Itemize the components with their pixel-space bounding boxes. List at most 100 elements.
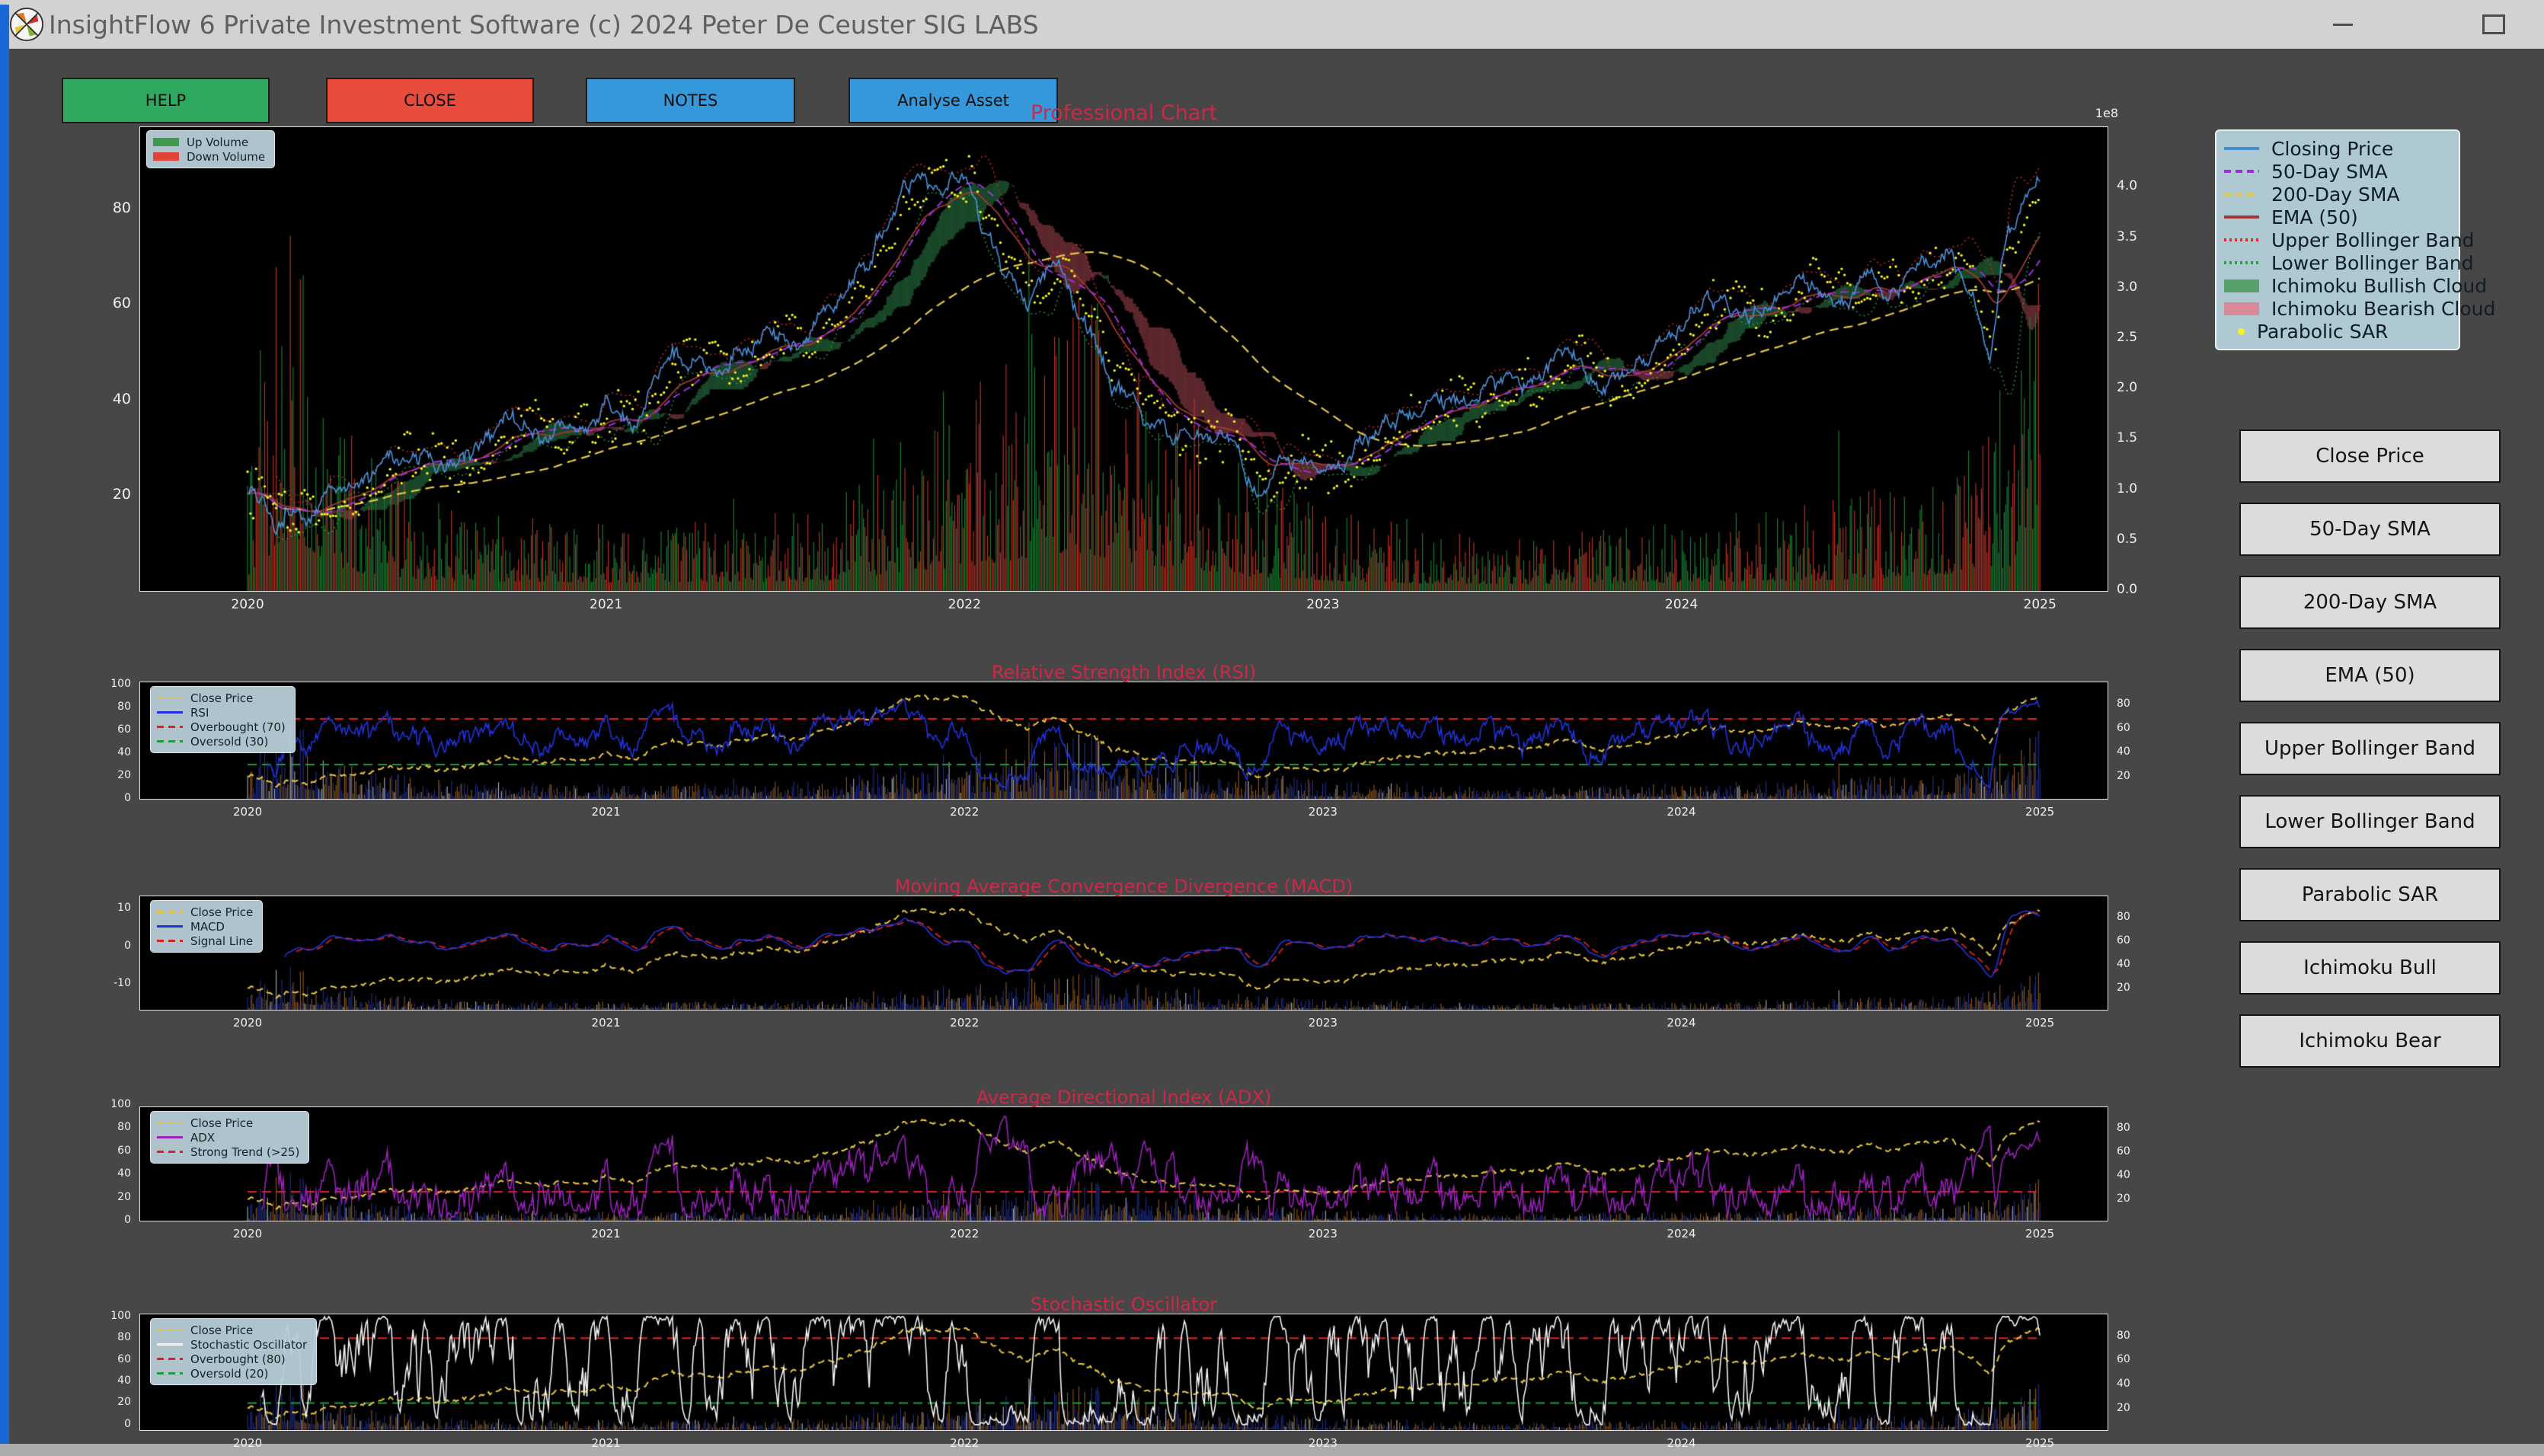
indicator-legend-label: Parabolic SAR [2257, 321, 2388, 343]
chart-legend-entry: Oversold (20) [157, 1366, 307, 1381]
y-axis-tick-label: 0 [78, 940, 131, 952]
chart-legend-label: Overbought (70) [190, 720, 286, 734]
chart-legend-label: RSI [190, 706, 209, 720]
adx-chart-legend: Close PriceADXStrong Trend (>25) [150, 1111, 309, 1164]
volume-axis-multiplier: 1e8 [2095, 106, 2118, 120]
main-chart-canvas [140, 127, 2108, 591]
chart-legend-entry: Close Price [157, 905, 253, 919]
y-axis-tick-label: 100 [78, 1098, 131, 1110]
indicator-button-50-day-sma[interactable]: 50-Day SMA [2239, 503, 2501, 556]
x-axis-tick-label: 2020 [213, 1016, 282, 1030]
chart-legend-entry: Close Price [157, 691, 286, 705]
y-axis-tick-label: 40 [2117, 1169, 2170, 1181]
patch-sample-swatch [2224, 279, 2259, 292]
dash-sample-swatch [157, 911, 183, 913]
main-chart-legend: Up VolumeDown Volume [146, 130, 275, 168]
indicator-legend-label: EMA (50) [2271, 206, 2358, 228]
indicator-button-ichimoku-bear[interactable]: Ichimoku Bear [2239, 1014, 2501, 1068]
x-axis-tick-label: 2024 [1648, 1016, 1716, 1030]
y-axis-tick-label: 40 [78, 391, 131, 407]
x-axis-tick-label: 2024 [1648, 1227, 1716, 1240]
indicator-legend: Closing Price50-Day SMA200-Day SMAEMA (5… [2215, 129, 2460, 350]
indicator-button-upper-bollinger-band[interactable]: Upper Bollinger Band [2239, 722, 2501, 775]
stochastic-chart: Stochastic Oscillator Close PriceStochas… [139, 1314, 2108, 1431]
title-bar: InsightFlow 6 Private Investment Softwar… [0, 0, 2544, 49]
x-axis-tick-label: 2024 [1648, 597, 1716, 612]
dash-sample-swatch [2224, 193, 2259, 196]
indicator-button-lower-bollinger-band[interactable]: Lower Bollinger Band [2239, 795, 2501, 848]
indicator-legend-entry: Upper Bollinger Band [2224, 228, 2451, 251]
y-axis-tick-label: 40 [2117, 1378, 2170, 1390]
dash-sample-swatch [157, 1372, 183, 1375]
y-axis-tick-label: 0 [78, 1418, 131, 1430]
x-axis-tick-label: 2023 [1289, 1436, 1357, 1450]
chart-legend-label: Oversold (20) [190, 1367, 268, 1381]
y-axis-tick-label: 2.5 [2117, 330, 2170, 345]
chart-legend-entry: MACD [157, 919, 253, 934]
indicator-button-parabolic-sar[interactable]: Parabolic SAR [2239, 868, 2501, 921]
maximize-button[interactable] [2478, 9, 2509, 40]
adx-chart-canvas [140, 1107, 2108, 1221]
y-axis-tick-label: 40 [2117, 746, 2170, 758]
indicator-button-ema-50-[interactable]: EMA (50) [2239, 649, 2501, 702]
x-axis-tick-label: 2021 [572, 597, 641, 612]
y-axis-tick-label: 10 [78, 902, 131, 914]
x-axis-tick-label: 2025 [2005, 1016, 2074, 1030]
main-price-chart: Professional Chart 1e8 Up VolumeDown Vol… [139, 126, 2108, 592]
line-sample-swatch [2224, 216, 2259, 219]
chart-legend-label: Close Price [190, 691, 253, 705]
indicator-legend-label: Lower Bollinger Band [2271, 252, 2474, 274]
app-window: InsightFlow 6 Private Investment Softwar… [0, 0, 2544, 1456]
stochastic-chart-title: Stochastic Oscillator [140, 1294, 2108, 1315]
y-axis-tick-label: 20 [2117, 982, 2170, 994]
y-axis-tick-label: 20 [78, 769, 131, 781]
minimize-button[interactable] [2328, 9, 2358, 40]
indicator-legend-entry: Closing Price [2224, 137, 2451, 160]
line-sample-swatch [2224, 147, 2259, 150]
y-axis-tick-label: 60 [78, 1353, 131, 1365]
y-axis-tick-label: 20 [78, 1191, 131, 1203]
window-title: InsightFlow 6 Private Investment Softwar… [49, 10, 1039, 40]
x-axis-tick-label: 2023 [1289, 1016, 1357, 1030]
dash-sample-swatch [2224, 170, 2259, 173]
y-axis-tick-label: 80 [78, 200, 131, 216]
minimize-icon [2333, 24, 2353, 26]
patch-sample-swatch [2224, 302, 2259, 315]
x-axis-tick-label: 2025 [2005, 1227, 2074, 1240]
x-axis-tick-label: 2021 [572, 1436, 641, 1450]
dash-sample-swatch [157, 1122, 183, 1124]
y-axis-tick-label: 80 [2117, 1122, 2170, 1134]
y-axis-tick-label: 60 [2117, 1145, 2170, 1157]
chart-legend-entry: ADX [157, 1130, 299, 1145]
indicator-button-200-day-sma[interactable]: 200-Day SMA [2239, 576, 2501, 629]
indicator-legend-label: Upper Bollinger Band [2271, 229, 2474, 251]
x-axis-tick-label: 2022 [930, 1436, 999, 1450]
indicator-legend-label: Closing Price [2271, 138, 2393, 160]
y-axis-tick-label: 40 [78, 1167, 131, 1180]
y-axis-tick-label: 60 [78, 1145, 131, 1157]
y-axis-tick-label: 60 [2117, 1353, 2170, 1365]
indicator-button-close-price[interactable]: Close Price [2239, 429, 2501, 483]
y-axis-tick-label: 20 [78, 486, 131, 503]
y-axis-tick-label: 40 [78, 1375, 131, 1387]
rsi-chart-canvas [140, 682, 2108, 799]
x-axis-tick-label: 2020 [213, 597, 282, 612]
macd-chart-title: Moving Average Convergence Divergence (M… [140, 876, 2108, 897]
indicator-legend-label: Ichimoku Bullish Cloud [2271, 275, 2487, 297]
dash-sample-swatch [157, 726, 183, 728]
x-axis-tick-label: 2022 [930, 1227, 999, 1240]
stochastic-chart-canvas [140, 1314, 2108, 1430]
y-axis-tick-label: 100 [78, 1310, 131, 1322]
x-axis-tick-label: 2022 [930, 597, 999, 612]
dot-line-sample-swatch [2224, 261, 2259, 264]
rsi-chart-title: Relative Strength Index (RSI) [140, 662, 2108, 683]
patch-sample-swatch [153, 138, 179, 146]
y-axis-tick-label: 4.0 [2117, 178, 2170, 193]
y-axis-tick-label: 0 [78, 792, 131, 804]
indicator-button-ichimoku-bull[interactable]: Ichimoku Bull [2239, 941, 2501, 995]
y-axis-tick-label: 2.0 [2117, 380, 2170, 395]
bottom-strip [0, 1444, 2544, 1456]
chart-legend-entry: Signal Line [157, 934, 253, 948]
chart-legend-label: Stochastic Oscillator [190, 1338, 307, 1352]
y-axis-tick-label: 0.5 [2117, 532, 2170, 547]
